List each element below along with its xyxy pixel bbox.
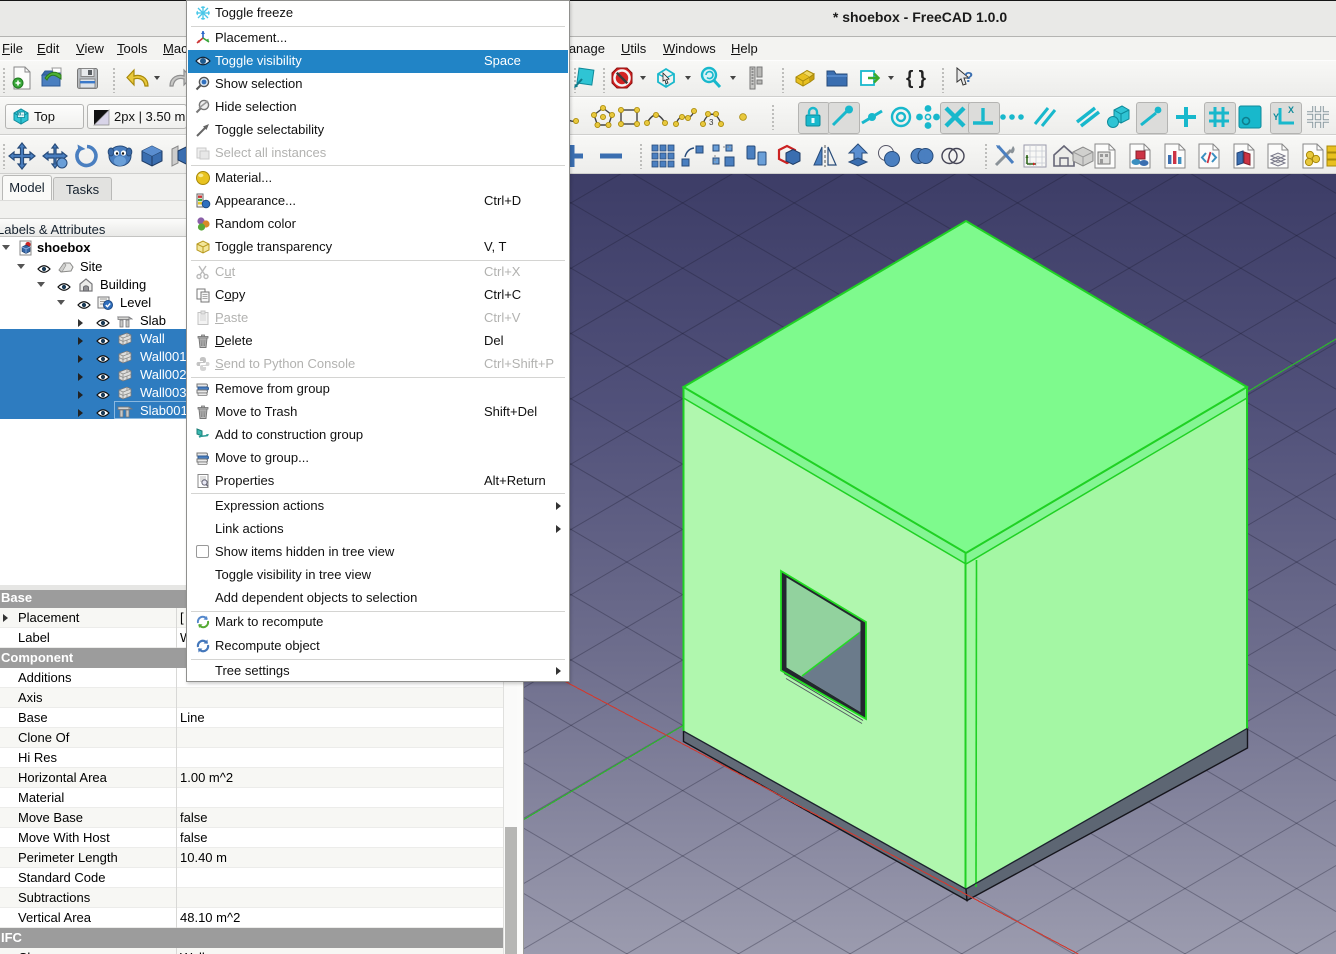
svg-text:Y: Y [1273,112,1279,122]
svg-text:{ }: { } [906,68,927,88]
svg-text:?: ? [964,69,973,86]
svg-text:3: 3 [709,118,714,127]
svg-text:X: X [1288,105,1294,115]
